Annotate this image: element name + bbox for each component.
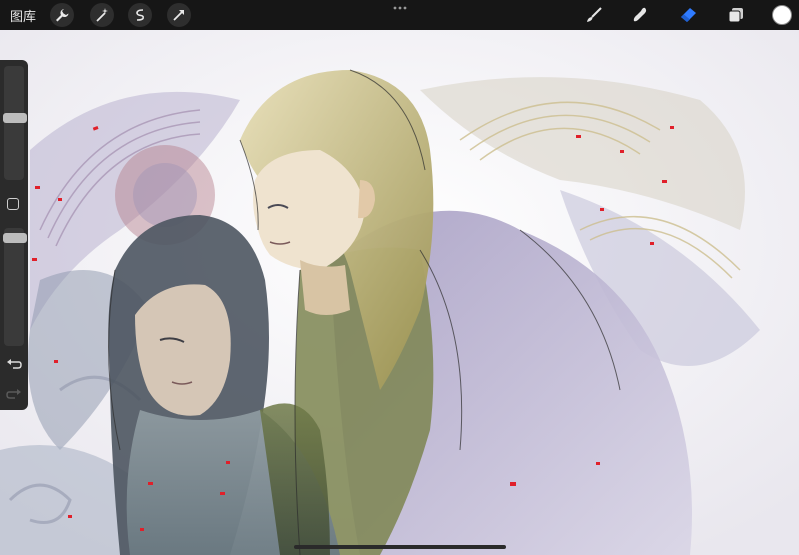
home-indicator[interactable]: [294, 545, 506, 549]
wrench-icon[interactable]: [50, 3, 74, 27]
brush-opacity-slider[interactable]: [4, 228, 24, 346]
undo-arrow-icon[interactable]: [6, 356, 22, 372]
square-icon[interactable]: [7, 198, 19, 210]
drawing-canvas[interactable]: [0, 30, 799, 555]
smudge-icon[interactable]: [628, 4, 652, 26]
redo-arrow-icon[interactable]: [6, 386, 22, 402]
brush-size-slider-knob[interactable]: [3, 112, 27, 123]
color-picker-swatch[interactable]: [772, 5, 792, 25]
top-toolbar: 图库: [0, 0, 799, 30]
more-handle-icon[interactable]: [392, 5, 408, 11]
eraser-icon[interactable]: [676, 4, 700, 26]
brush-opacity-slider-knob[interactable]: [3, 233, 27, 244]
left-sidebar: [0, 60, 28, 410]
brush-size-slider[interactable]: [4, 66, 24, 180]
brush-icon[interactable]: [582, 4, 606, 26]
transform-arrow-icon[interactable]: [167, 3, 191, 27]
layers-icon[interactable]: [724, 4, 748, 26]
gallery-button[interactable]: 图库: [10, 6, 36, 25]
selection-s-icon[interactable]: [128, 3, 152, 27]
magic-wand-icon[interactable]: [90, 3, 114, 27]
artwork: [0, 30, 799, 555]
